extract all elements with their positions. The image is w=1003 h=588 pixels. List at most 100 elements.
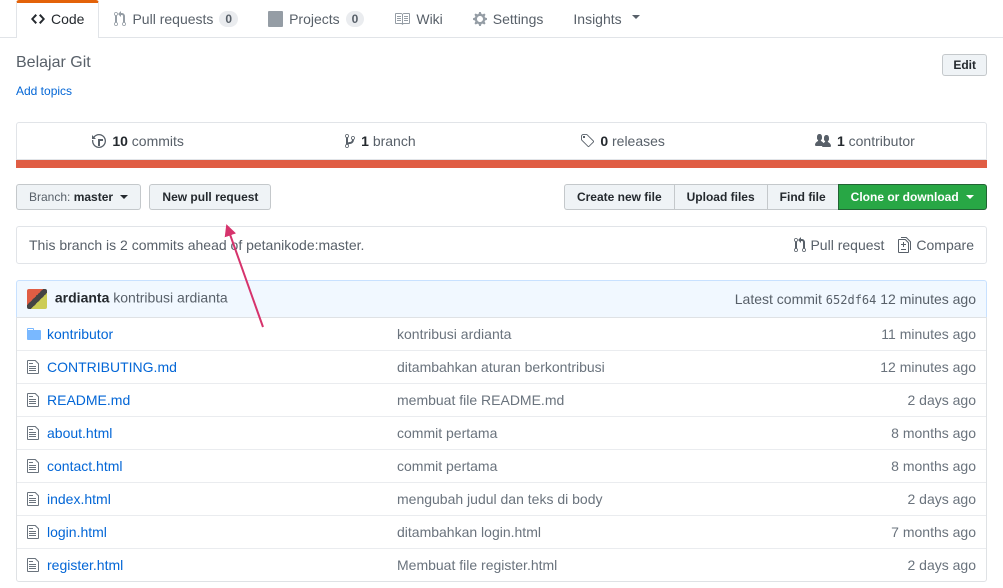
compare-message: This branch is 2 commits ahead of petani… [29, 237, 364, 253]
file-commit-message[interactable]: Membuat file register.html [397, 557, 908, 573]
releases-label: releases [612, 133, 665, 149]
tab-settings-label: Settings [493, 11, 544, 27]
tab-settings[interactable]: Settings [458, 0, 559, 37]
branch-prefix: Branch: [29, 190, 70, 204]
new-pull-request-button[interactable]: New pull request [149, 184, 271, 210]
commit-sha[interactable]: 652df64 [826, 293, 877, 307]
file-name-link[interactable]: login.html [47, 524, 107, 540]
tab-wiki-label: Wiki [416, 11, 442, 27]
file-age: 2 days ago [908, 491, 977, 507]
language-bar[interactable] [16, 160, 987, 168]
releases-count: 0 [600, 133, 608, 149]
file-name-link[interactable]: index.html [47, 491, 111, 507]
file-row: README.md membuat file README.md2 days ag… [17, 383, 986, 416]
upload-files-button[interactable]: Upload files [674, 184, 768, 210]
file-row: contact.html commit pertama8 months ago [17, 449, 986, 482]
tab-projects-label: Projects [289, 11, 340, 27]
file-commit-message[interactable]: ditambahkan login.html [397, 524, 891, 540]
file-list: kontributor kontribusi ardianta11 minutes… [16, 317, 987, 582]
commit-tease: ardianta kontribusi ardianta Latest comm… [16, 280, 987, 317]
commit-message[interactable]: kontribusi ardianta [113, 290, 227, 306]
file-name-link[interactable]: contact.html [47, 458, 122, 474]
file-age: 8 months ago [891, 458, 976, 474]
caret-down-icon [632, 15, 640, 23]
tab-code[interactable]: Code [16, 0, 99, 38]
contributors-label: contributor [849, 133, 915, 149]
history-icon [92, 133, 106, 149]
edit-button[interactable]: Edit [942, 54, 987, 76]
clone-download-button[interactable]: Clone or download [838, 184, 987, 210]
repo-description: Belajar Git [16, 54, 91, 72]
tab-insights[interactable]: Insights [558, 0, 654, 37]
tab-insights-label: Insights [573, 11, 621, 27]
compare-bar: This branch is 2 commits ahead of petani… [16, 226, 987, 264]
file-icon [27, 557, 47, 573]
stats-commits[interactable]: 10 commits [17, 123, 259, 159]
file-name-link[interactable]: CONTRIBUTING.md [47, 359, 177, 375]
repo-tabnav: Code Pull requests 0 Projects 0 Wiki Set… [0, 0, 1003, 38]
compare-link[interactable]: Compare [898, 237, 974, 253]
file-age: 7 months ago [891, 524, 976, 540]
tab-pr-label: Pull requests [132, 11, 213, 27]
branch-name: master [74, 190, 113, 204]
file-row: kontributor kontribusi ardianta11 minutes… [17, 318, 986, 350]
file-age: 11 minutes ago [881, 326, 976, 342]
commits-count: 10 [112, 133, 128, 149]
file-icon [27, 392, 47, 408]
projects-count-badge: 0 [346, 11, 365, 27]
file-commit-message[interactable]: ditambahkan aturan berkontribusi [397, 359, 880, 375]
commit-age[interactable]: 12 minutes ago [880, 291, 976, 307]
folder-icon [27, 326, 47, 342]
file-commit-message[interactable]: commit pertama [397, 425, 891, 441]
create-new-file-button[interactable]: Create new file [564, 184, 675, 210]
stats-branches[interactable]: 1 branch [259, 123, 501, 159]
commits-label: commits [132, 133, 184, 149]
avatar[interactable] [27, 289, 47, 309]
stats-contributors[interactable]: 1 contributor [744, 123, 986, 159]
code-icon [31, 11, 45, 27]
tab-projects[interactable]: Projects 0 [253, 0, 379, 37]
tab-pull-requests[interactable]: Pull requests 0 [99, 0, 253, 37]
pull-request-link[interactable]: Pull request [794, 237, 884, 253]
file-icon [27, 458, 47, 474]
file-commit-message[interactable]: kontribusi ardianta [397, 326, 881, 342]
file-row: CONTRIBUTING.md ditambahkan aturan berkon… [17, 350, 986, 383]
file-name-link[interactable]: register.html [47, 557, 123, 573]
file-commit-message[interactable]: membuat file README.md [397, 392, 908, 408]
file-icon [27, 425, 47, 441]
file-name-link[interactable]: kontributor [47, 326, 113, 342]
stats-releases[interactable]: 0 releases [502, 123, 744, 159]
latest-commit-label: Latest commit [735, 291, 822, 307]
stats-bar: 10 commits 1 branch 0 releases 1 contrib… [16, 122, 987, 160]
caret-down-icon [120, 195, 128, 203]
branches-label: branch [373, 133, 416, 149]
file-name-link[interactable]: about.html [47, 425, 112, 441]
tab-code-label: Code [51, 11, 84, 27]
file-commit-message[interactable]: mengubah judul dan teks di body [397, 491, 908, 507]
file-row: index.html mengubah judul dan teks di bod… [17, 482, 986, 515]
find-file-button[interactable]: Find file [767, 184, 839, 210]
tag-icon [580, 133, 594, 149]
file-age: 2 days ago [908, 392, 977, 408]
clone-label: Clone or download [851, 190, 959, 204]
file-row: register.htmlMembuat file register.html2… [17, 548, 986, 581]
git-pull-request-icon [794, 237, 806, 253]
add-topics-link[interactable]: Add topics [16, 84, 72, 98]
commit-author[interactable]: ardianta [55, 290, 109, 306]
repo-header: Belajar Git Edit Add topics [0, 38, 1003, 114]
branch-select-button[interactable]: Branch: master [16, 184, 141, 210]
tab-wiki[interactable]: Wiki [379, 0, 457, 37]
file-icon [27, 524, 47, 540]
file-commit-message[interactable]: commit pertama [397, 458, 891, 474]
contributors-count: 1 [837, 133, 845, 149]
diff-icon [898, 237, 912, 253]
file-icon [27, 359, 47, 375]
file-name-link[interactable]: README.md [47, 392, 130, 408]
file-icon [27, 491, 47, 507]
file-age: 12 minutes ago [880, 359, 976, 375]
people-icon [815, 133, 831, 149]
file-row: login.html ditambahkan login.html7 months… [17, 515, 986, 548]
branches-count: 1 [361, 133, 369, 149]
file-navigation: Branch: master New pull request Create n… [0, 168, 1003, 226]
book-icon [394, 11, 410, 27]
